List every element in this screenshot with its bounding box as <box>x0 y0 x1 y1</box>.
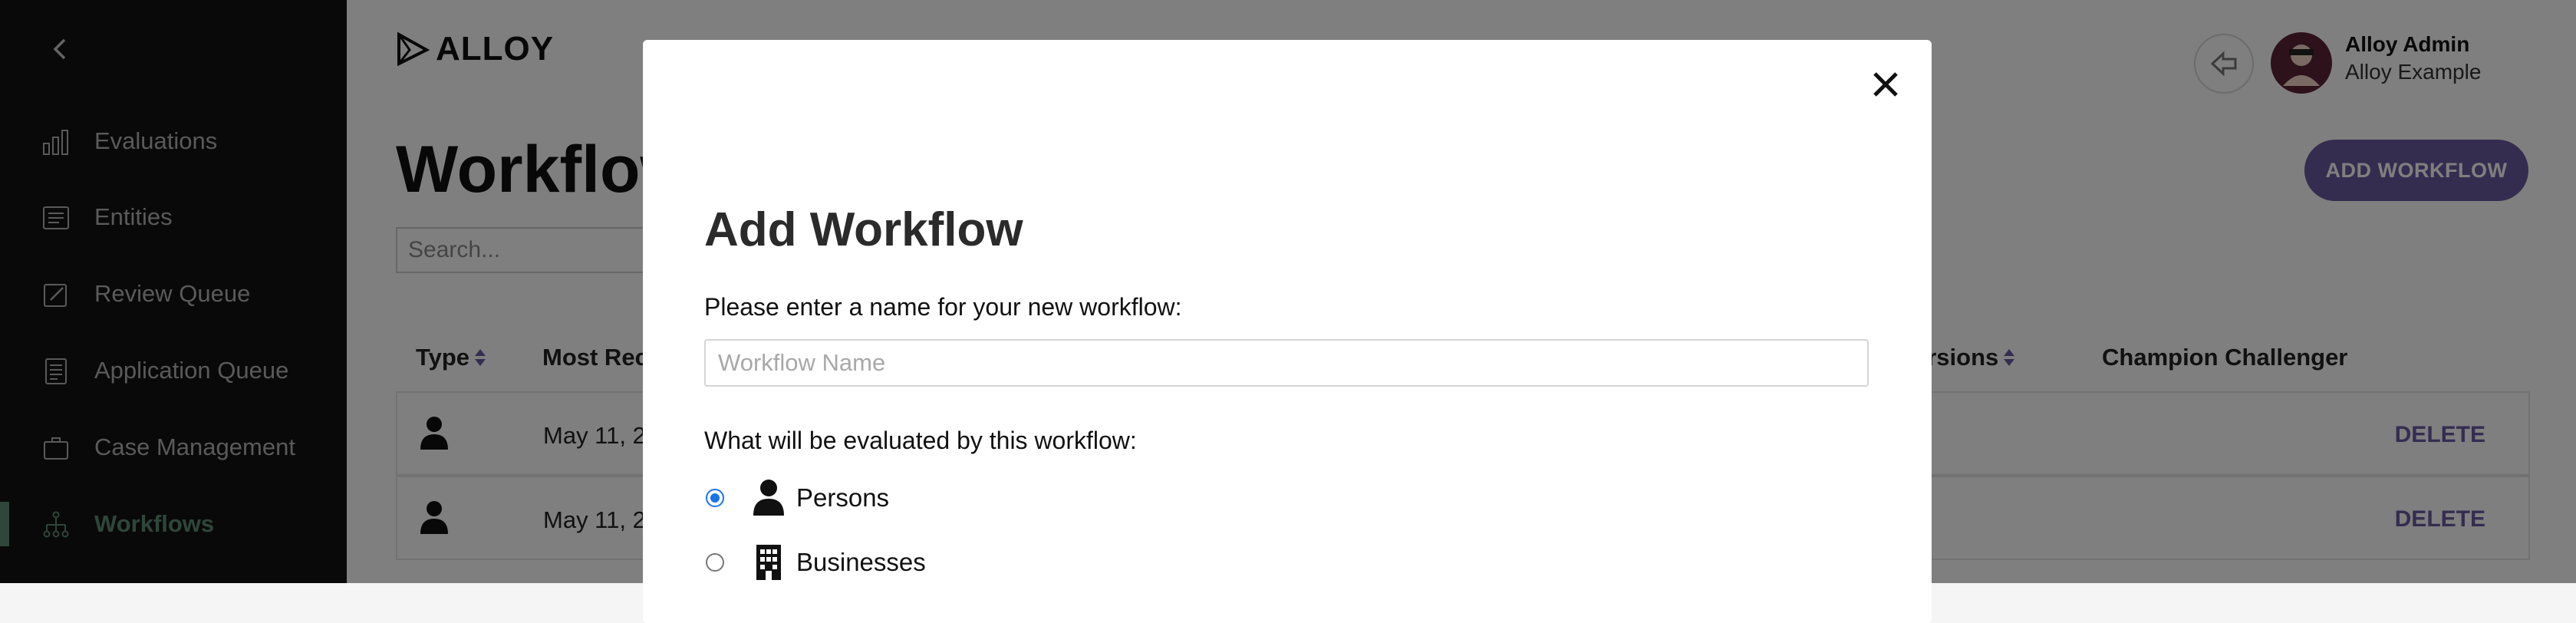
modal-title: Add Workflow <box>704 203 1023 256</box>
close-icon[interactable] <box>1869 68 1902 101</box>
name-prompt: Please enter a name for your new workflo… <box>704 293 1182 321</box>
person-icon <box>753 480 784 516</box>
businesses-radio[interactable] <box>706 553 724 572</box>
option-label: Persons <box>796 483 890 512</box>
option-businesses[interactable]: Businesses <box>704 543 926 582</box>
persons-radio[interactable] <box>706 489 724 507</box>
add-workflow-modal: Add Workflow Please enter a name for you… <box>643 40 1932 623</box>
building-icon <box>756 545 781 580</box>
workflow-name-input[interactable] <box>704 339 1869 387</box>
evaluation-prompt: What will be evaluated by this workflow: <box>704 427 1137 454</box>
option-persons[interactable]: Persons <box>704 479 889 517</box>
option-label: Businesses <box>796 548 926 576</box>
